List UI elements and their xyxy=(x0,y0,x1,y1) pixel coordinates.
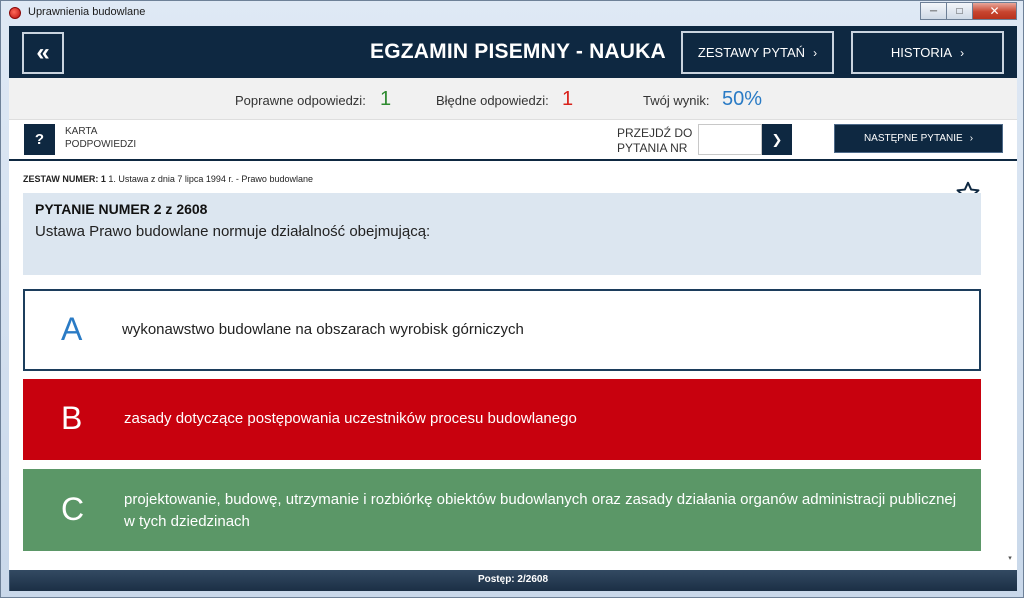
chevron-right-icon: › xyxy=(969,133,974,144)
close-icon: ✕ xyxy=(989,4,1000,18)
set-name: 1. Ustawa z dnia 7 lipca 1994 r. - Prawo… xyxy=(108,174,313,184)
question-set-info: ZESTAW NUMER: 1 1. Ustawa z dnia 7 lipca… xyxy=(23,174,313,184)
hint-card-button[interactable]: ? xyxy=(24,124,55,155)
answer-option-a[interactable]: A wykonawstwo budowlane na obszarach wyr… xyxy=(23,289,981,371)
answer-letter: C xyxy=(61,491,85,527)
app-window: Uprawnienia budowlane ─ □ ✕ « EGZAMIN PI… xyxy=(0,0,1024,598)
answer-letter: B xyxy=(61,400,83,436)
maximize-icon: □ xyxy=(956,5,963,17)
app-content: « EGZAMIN PISEMNY - NAUKA ZESTAWY PYTAŃ … xyxy=(9,26,1017,591)
minimize-button[interactable]: ─ xyxy=(920,2,947,20)
close-button[interactable]: ✕ xyxy=(972,2,1017,20)
next-question-button[interactable]: NASTĘPNE PYTANIE › xyxy=(834,124,1003,153)
answer-text: wykonawstwo budowlane na obszarach wyrob… xyxy=(122,321,524,338)
goto-question-input[interactable] xyxy=(698,124,762,155)
question-panel: PYTANIE NUMER 2 z 2608 Ustawa Prawo budo… xyxy=(23,193,981,275)
title-bar[interactable]: Uprawnienia budowlane ─ □ ✕ xyxy=(1,1,1023,25)
correct-answers-count: 1 xyxy=(380,88,392,110)
double-chevron-left-icon: « xyxy=(36,39,50,66)
question-sets-button[interactable]: ZESTAWY PYTAŃ › xyxy=(681,31,834,74)
chevron-right-icon: › xyxy=(813,45,818,60)
progress-bar: Postęp: 2/2608 xyxy=(9,570,1017,591)
chevron-right-icon: › xyxy=(960,45,965,60)
question-toolbar: ? KARTA PODPOWIEDZI PRZEJDŹ DO PYTANIA N… xyxy=(9,121,1017,161)
score-stats-bar: Poprawne odpowiedzi: 1 Błędne odpowiedzi… xyxy=(9,78,1017,120)
page-title: EGZAMIN PISEMNY - NAUKA xyxy=(370,40,666,63)
answer-text: projektowanie, budowę, utrzymanie i rozb… xyxy=(124,491,957,530)
score-label: Twój wynik: xyxy=(643,93,710,108)
wrong-answers-label: Błędne odpowiedzi: xyxy=(436,93,549,108)
answer-letter: A xyxy=(61,311,83,347)
score-value: 50% xyxy=(722,88,763,110)
minimize-icon: ─ xyxy=(929,5,938,17)
next-question-label: NASTĘPNE PYTANIE xyxy=(863,133,963,144)
scroll-down-arrow-icon[interactable]: ▾ xyxy=(1005,554,1015,564)
answer-option-b[interactable]: B zasady dotyczące postępowania uczestni… xyxy=(23,379,981,460)
back-button[interactable]: « xyxy=(22,32,64,74)
question-sets-label: ZESTAWY PYTAŃ xyxy=(697,45,806,60)
app-logo-icon xyxy=(9,7,21,19)
history-button[interactable]: HISTORIA › xyxy=(851,31,1004,74)
question-text: Ustawa Prawo budowlane normuje działalno… xyxy=(35,223,431,240)
answer-option-c[interactable]: C projektowanie, budowę, utrzymanie i ro… xyxy=(23,469,981,551)
wrong-answers-count: 1 xyxy=(562,88,574,110)
window-title: Uprawnienia budowlane xyxy=(28,6,146,18)
maximize-button[interactable]: □ xyxy=(946,2,973,20)
set-number: ZESTAW NUMER: 1 xyxy=(23,174,106,184)
progress-label: Postęp: 2/2608 xyxy=(477,574,549,585)
correct-answers-label: Poprawne odpowiedzi: xyxy=(235,93,366,108)
chevron-right-icon: ❯ xyxy=(771,131,783,147)
goto-question-button[interactable]: ❯ xyxy=(762,124,792,155)
question-number: PYTANIE NUMER 2 z 2608 xyxy=(35,201,208,217)
window-controls: ─ □ ✕ xyxy=(920,2,1017,20)
hint-card-label: KARTA PODPOWIEDZI xyxy=(65,126,137,150)
header-bar: « EGZAMIN PISEMNY - NAUKA ZESTAWY PYTAŃ … xyxy=(9,26,1017,78)
goto-question-label: PRZEJDŹ DO PYTANIA NR xyxy=(617,126,693,155)
answer-text: zasady dotyczące postępowania uczestnikó… xyxy=(124,410,577,427)
history-label: HISTORIA xyxy=(890,45,953,60)
